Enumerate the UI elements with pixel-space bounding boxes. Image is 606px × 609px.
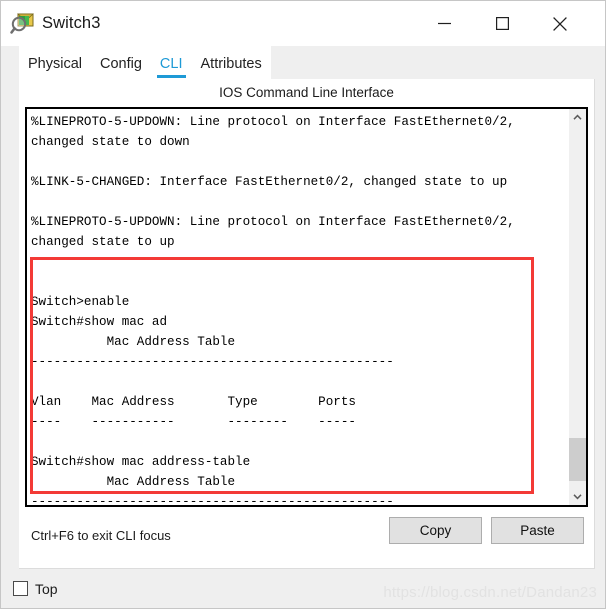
- terminal-line: %LINK-5-CHANGED: Interface FastEthernet0…: [31, 175, 508, 189]
- scroll-up-button[interactable]: [569, 109, 586, 126]
- top-checkbox[interactable]: [13, 581, 28, 596]
- window-body: Physical Config CLI Attributes IOS Comma…: [1, 46, 605, 608]
- terminal-line: Mac Address Table: [31, 475, 236, 489]
- tab-bar: Physical Config CLI Attributes: [1, 46, 605, 79]
- status-bar: Top https://blog.csdn.net/Dandan23: [1, 569, 605, 608]
- scrollbar-thumb[interactable]: [569, 438, 586, 481]
- terminal-scrollbar[interactable]: [568, 109, 586, 505]
- terminal-line: Switch#show mac ad: [31, 315, 168, 329]
- cli-panel: IOS Command Line Interface %LINEPROTO-5-…: [19, 79, 595, 569]
- terminal-line: Switch#show mac address-table: [31, 455, 251, 469]
- terminal-line: changed state to down: [31, 135, 190, 149]
- minimize-button[interactable]: [421, 1, 467, 46]
- tab-cli[interactable]: CLI: [151, 56, 192, 79]
- tab-attributes[interactable]: Attributes: [192, 56, 271, 79]
- terminal-line: ----------------------------------------…: [31, 355, 394, 369]
- cli-output[interactable]: %LINEPROTO-5-UPDOWN: Line protocol on In…: [27, 109, 568, 505]
- maximize-button[interactable]: [479, 1, 525, 46]
- terminal-line: Switch>enable: [31, 295, 130, 309]
- title-bar: Switch3: [1, 1, 605, 46]
- terminal-line: changed state to up: [31, 235, 175, 249]
- cli-footer: Ctrl+F6 to exit CLI focus Copy Paste: [19, 507, 594, 563]
- terminal-line: %LINEPROTO-5-UPDOWN: Line protocol on In…: [31, 215, 515, 229]
- top-checkbox-label: Top: [35, 580, 58, 597]
- cli-focus-hint: Ctrl+F6 to exit CLI focus: [31, 527, 171, 543]
- terminal-line: ---- ----------- -------- -----: [31, 415, 356, 429]
- paste-button[interactable]: Paste: [491, 517, 584, 544]
- scroll-down-button[interactable]: [569, 488, 586, 505]
- device-config-window: Switch3 Physical Config CLI Attributes I…: [0, 0, 606, 609]
- terminal-line: ----------------------------------------…: [31, 495, 394, 505]
- panel-heading: IOS Command Line Interface: [219, 85, 394, 100]
- packet-tracer-inspect-icon: [10, 11, 36, 37]
- window-title: Switch3: [42, 14, 101, 32]
- watermark-text: https://blog.csdn.net/Dandan23: [383, 584, 597, 601]
- terminal-line: %LINEPROTO-5-UPDOWN: Line protocol on In…: [31, 115, 515, 129]
- close-button[interactable]: [537, 1, 583, 46]
- tab-physical[interactable]: Physical: [19, 56, 91, 79]
- copy-button[interactable]: Copy: [389, 517, 482, 544]
- tab-config[interactable]: Config: [91, 56, 151, 79]
- terminal-line: Mac Address Table: [31, 335, 236, 349]
- terminal-frame: %LINEPROTO-5-UPDOWN: Line protocol on In…: [25, 107, 588, 507]
- terminal-line: Vlan Mac Address Type Ports: [31, 395, 356, 409]
